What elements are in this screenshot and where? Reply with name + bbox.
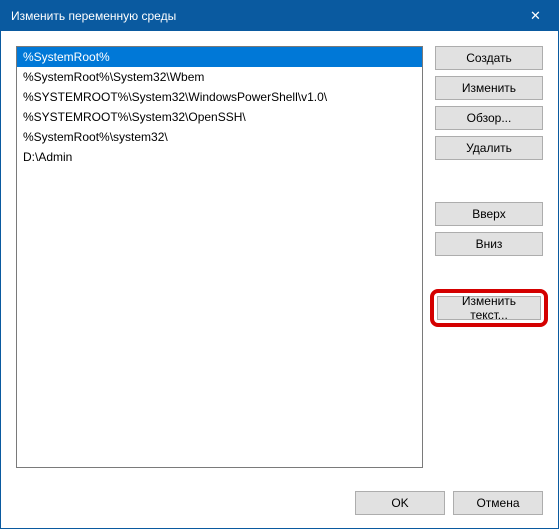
close-icon: ✕ [530, 8, 541, 24]
list-item[interactable]: %SystemRoot%\system32\ [17, 127, 422, 147]
move-down-button[interactable]: Вниз [435, 232, 543, 256]
list-item[interactable]: %SYSTEMROOT%\System32\WindowsPowerShell\… [17, 87, 422, 107]
titlebar: Изменить переменную среды ✕ [1, 1, 558, 31]
dialog-window: Изменить переменную среды ✕ %SystemRoot%… [0, 0, 559, 529]
highlight-annotation: Изменить текст... [430, 289, 548, 327]
ok-button[interactable]: OK [355, 491, 445, 515]
spacer [435, 262, 543, 286]
delete-button[interactable]: Удалить [435, 136, 543, 160]
list-item[interactable]: %SYSTEMROOT%\System32\OpenSSH\ [17, 107, 422, 127]
dialog-title: Изменить переменную среды [11, 9, 176, 23]
list-item[interactable]: %SystemRoot% [17, 47, 422, 67]
edit-text-button[interactable]: Изменить текст... [437, 296, 541, 320]
list-item[interactable]: D:\Admin [17, 147, 422, 167]
footer-buttons: OK Отмена [355, 491, 543, 515]
browse-button[interactable]: Обзор... [435, 106, 543, 130]
cancel-button[interactable]: Отмена [453, 491, 543, 515]
close-button[interactable]: ✕ [513, 1, 558, 31]
list-item[interactable]: %SystemRoot%\System32\Wbem [17, 67, 422, 87]
path-listbox[interactable]: %SystemRoot% %SystemRoot%\System32\Wbem … [16, 46, 423, 468]
button-column: Создать Изменить Обзор... Удалить Вверх … [435, 46, 543, 468]
move-up-button[interactable]: Вверх [435, 202, 543, 226]
edit-button[interactable]: Изменить [435, 76, 543, 100]
spacer [435, 166, 543, 196]
content-area: %SystemRoot% %SystemRoot%\System32\Wbem … [1, 31, 558, 478]
create-button[interactable]: Создать [435, 46, 543, 70]
